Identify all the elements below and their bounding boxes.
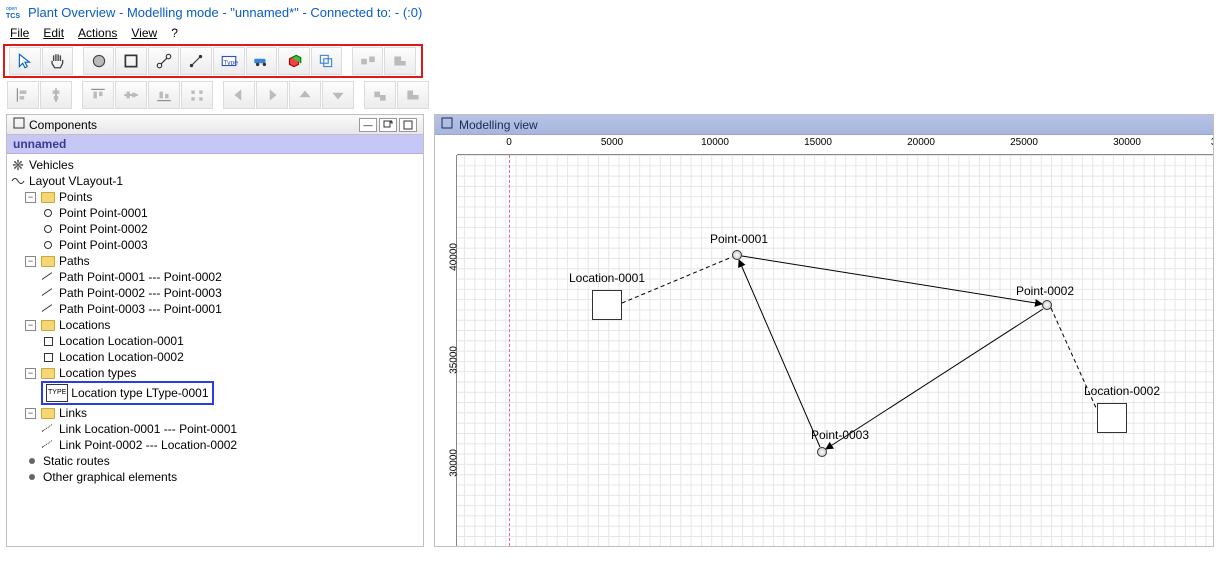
collapse-icon[interactable]: −	[25, 256, 36, 267]
tool-path-button[interactable]	[148, 47, 180, 75]
svg-text:TCS: TCS	[6, 13, 20, 20]
canvas-point-0001[interactable]	[732, 250, 742, 260]
folder-icon	[41, 192, 55, 203]
tree-points-folder[interactable]: −Points	[25, 189, 421, 205]
tree-item[interactable]: Path Point-0003 --- Point-0001	[41, 301, 421, 317]
ruler-vertical: 40000 35000 30000	[435, 155, 457, 546]
app-icon: openTCS	[6, 4, 22, 20]
tree-item[interactable]: Point Point-0001	[41, 205, 421, 221]
window-title: Plant Overview - Modelling mode - "unnam…	[28, 5, 422, 20]
tree-item[interactable]: Path Point-0002 --- Point-0003	[41, 285, 421, 301]
panel-minimize-button[interactable]: —	[359, 118, 377, 132]
folder-icon	[41, 408, 55, 419]
arrow-left-button[interactable]	[223, 81, 255, 109]
canvas-point-0003[interactable]	[817, 447, 827, 457]
svg-text:open: open	[6, 6, 17, 12]
canvas-location-label: Location-0001	[569, 271, 645, 285]
canvas-point-label: Point-0001	[710, 232, 768, 246]
menu-help[interactable]: ?	[165, 25, 184, 41]
project-name: unnamed	[7, 135, 423, 154]
square-icon	[13, 117, 25, 132]
tree-item[interactable]: Link Point-0002 --- Location-0002	[41, 437, 421, 453]
folder-icon	[41, 320, 55, 331]
tool-point-button[interactable]	[83, 47, 115, 75]
folder-icon	[41, 368, 55, 379]
tool-vehicle-button[interactable]	[246, 47, 278, 75]
tool-select-button[interactable]	[9, 47, 41, 75]
ruler-horizontal: 0 5000 10000 15000 20000 25000 30000 350…	[457, 135, 1213, 155]
tree-item[interactable]: Location Location-0001	[41, 333, 421, 349]
components-panel: Components — unnamed ❋Vehicles Layout VL…	[6, 114, 424, 547]
components-tree: ❋Vehicles Layout VLayout-1 −Points Point…	[7, 154, 423, 546]
menu-view[interactable]: View	[125, 25, 163, 41]
align-middle-button[interactable]	[115, 81, 147, 109]
distribute-button[interactable]	[181, 81, 213, 109]
menu-edit[interactable]: Edit	[37, 25, 70, 41]
tool-misc2-button[interactable]	[384, 47, 416, 75]
misc3-button[interactable]	[364, 81, 396, 109]
panel-maximize-button[interactable]	[399, 118, 417, 132]
align-left-button[interactable]	[7, 81, 39, 109]
tool-misc1-button[interactable]	[352, 47, 384, 75]
tool-group-button[interactable]	[311, 47, 343, 75]
tree-item[interactable]: Point Point-0002	[41, 221, 421, 237]
toolbar-secondary	[3, 80, 1220, 110]
modelling-view-panel: Modelling view 0 5000 10000 15000 20000 …	[434, 114, 1214, 547]
tree-static-routes[interactable]: Static routes	[25, 453, 421, 469]
align-top-button[interactable]	[82, 81, 114, 109]
tree-vehicles[interactable]: ❋Vehicles	[11, 157, 421, 173]
tree-loctypes-folder[interactable]: −Location types	[25, 365, 421, 381]
canvas-edges	[457, 155, 1213, 546]
modelling-view-title: Modelling view	[459, 118, 538, 132]
tree-layout[interactable]: Layout VLayout-1	[11, 173, 421, 189]
canvas-location-0001[interactable]	[592, 290, 622, 320]
tree-links-folder[interactable]: −Links	[25, 405, 421, 421]
collapse-icon[interactable]: −	[25, 368, 36, 379]
align-bottom-button[interactable]	[148, 81, 180, 109]
tool-link-button[interactable]	[180, 47, 212, 75]
tree-item[interactable]: Path Point-0001 --- Point-0002	[41, 269, 421, 285]
tree-item[interactable]: Location Location-0002	[41, 349, 421, 365]
panel-detach-button[interactable]	[379, 118, 397, 132]
tree-paths-folder[interactable]: −Paths	[25, 253, 421, 269]
tree-item[interactable]: Link Location-0001 --- Point-0001	[41, 421, 421, 437]
arrow-up-button[interactable]	[289, 81, 321, 109]
square-icon	[441, 117, 453, 132]
tree-item[interactable]: Point Point-0003	[41, 237, 421, 253]
tool-loctype-button[interactable]: Type	[213, 47, 245, 75]
canvas-point-0002[interactable]	[1042, 300, 1052, 310]
arrow-right-button[interactable]	[256, 81, 288, 109]
canvas-location-0002[interactable]	[1097, 403, 1127, 433]
collapse-icon[interactable]: −	[25, 192, 36, 203]
misc4-button[interactable]	[397, 81, 429, 109]
menu-actions[interactable]: Actions	[72, 25, 123, 41]
tool-location-button[interactable]	[115, 47, 147, 75]
components-title: Components	[29, 118, 97, 132]
tool-block-button[interactable]	[278, 47, 310, 75]
loctype-icon: TYPE	[46, 384, 68, 402]
arrow-down-button[interactable]	[322, 81, 354, 109]
align-center-v-button[interactable]	[40, 81, 72, 109]
collapse-icon[interactable]: −	[25, 320, 36, 331]
tree-other-graphical[interactable]: Other graphical elements	[25, 469, 421, 485]
menu-file[interactable]: File	[4, 25, 35, 41]
canvas-location-label: Location-0002	[1084, 384, 1160, 398]
canvas-point-label: Point-0002	[1016, 284, 1074, 298]
collapse-icon[interactable]: −	[25, 408, 36, 419]
menu-bar: File Edit Actions View ?	[0, 24, 1220, 44]
svg-text:Type: Type	[223, 59, 238, 66]
tool-pan-button[interactable]	[42, 47, 74, 75]
modelling-canvas[interactable]: Point-0001 Point-0002 Point-0003 Locatio…	[457, 155, 1213, 546]
tree-locations-folder[interactable]: −Locations	[25, 317, 421, 333]
folder-icon	[41, 256, 55, 267]
toolbar-primary: Type	[3, 44, 423, 78]
tree-item-selected[interactable]: TYPE Location type LType-0001	[41, 381, 421, 405]
canvas-point-label: Point-0003	[811, 428, 869, 442]
